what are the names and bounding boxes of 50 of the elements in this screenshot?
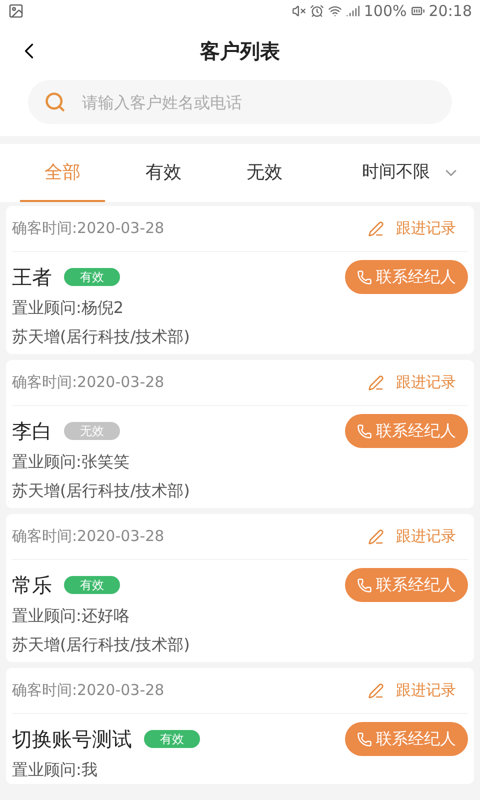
pen-icon xyxy=(368,374,384,390)
filter-tab[interactable]: 有效 xyxy=(121,144,206,202)
clock: 20:18 xyxy=(428,0,472,22)
search-icon xyxy=(44,91,66,113)
image-icon xyxy=(8,3,24,19)
consultant-text: 置业顾问:杨倪2 xyxy=(12,297,125,319)
pen-icon xyxy=(368,682,384,698)
follow-record-link[interactable]: 跟进记录 xyxy=(368,217,468,240)
confirm-time: 确客时间:2020-03-28 xyxy=(12,218,164,240)
mute-icon xyxy=(292,4,306,18)
wifi-icon xyxy=(328,4,342,18)
phone-icon xyxy=(357,424,372,438)
status-tag: 无效 xyxy=(64,422,120,440)
signal-icon xyxy=(346,4,360,18)
company-text: 苏天增(居行科技/技术部) xyxy=(12,326,191,348)
follow-record-link[interactable]: 跟进记录 xyxy=(368,525,468,548)
customer-name: 李白 xyxy=(12,418,52,445)
status-tag: 有效 xyxy=(64,268,120,286)
contact-agent-button[interactable]: 联系经纪人 xyxy=(345,414,468,448)
consultant-text: 置业顾问:还好咯 xyxy=(12,605,130,627)
pen-icon xyxy=(368,528,384,544)
contact-agent-button[interactable]: 联系经纪人 xyxy=(345,568,468,602)
company-text: 苏天增(居行科技/技术部) xyxy=(12,480,191,502)
consultant-text: 置业顾问:张笑笑 xyxy=(12,451,130,473)
phone-icon xyxy=(357,270,372,284)
customer-name: 常乐 xyxy=(12,572,52,599)
consultant-text: 置业顾问:我 xyxy=(12,759,98,781)
company-text: 苏天增(居行科技/技术部) xyxy=(12,634,191,656)
status-tag: 有效 xyxy=(64,576,120,594)
phone-icon xyxy=(357,578,372,592)
customer-name: 切换账号测试 xyxy=(12,726,132,753)
contact-agent-button[interactable]: 联系经纪人 xyxy=(345,260,468,294)
status-tag: 有效 xyxy=(144,730,200,748)
battery-icon xyxy=(410,4,425,18)
confirm-time: 确客时间:2020-03-28 xyxy=(12,680,164,702)
customer-name: 王者 xyxy=(12,264,52,291)
search-field[interactable]: 请输入客户姓名或电话 xyxy=(28,80,452,124)
contact-agent-button[interactable]: 联系经纪人 xyxy=(345,722,468,756)
alarm-icon xyxy=(310,4,324,18)
follow-record-link[interactable]: 跟进记录 xyxy=(368,679,468,702)
confirm-time: 确客时间:2020-03-28 xyxy=(12,372,164,394)
page-title: 客户列表 xyxy=(200,38,280,65)
filter-tab[interactable]: 无效 xyxy=(222,144,307,202)
confirm-time: 确客时间:2020-03-28 xyxy=(12,526,164,548)
filter-tab[interactable]: 全部 xyxy=(20,144,105,202)
follow-record-link[interactable]: 跟进记录 xyxy=(368,371,468,394)
time-filter-dropdown[interactable]: 时间不限 xyxy=(362,144,468,202)
phone-icon xyxy=(357,732,372,746)
pen-icon xyxy=(368,220,384,236)
battery-percent: 100% xyxy=(364,0,407,22)
